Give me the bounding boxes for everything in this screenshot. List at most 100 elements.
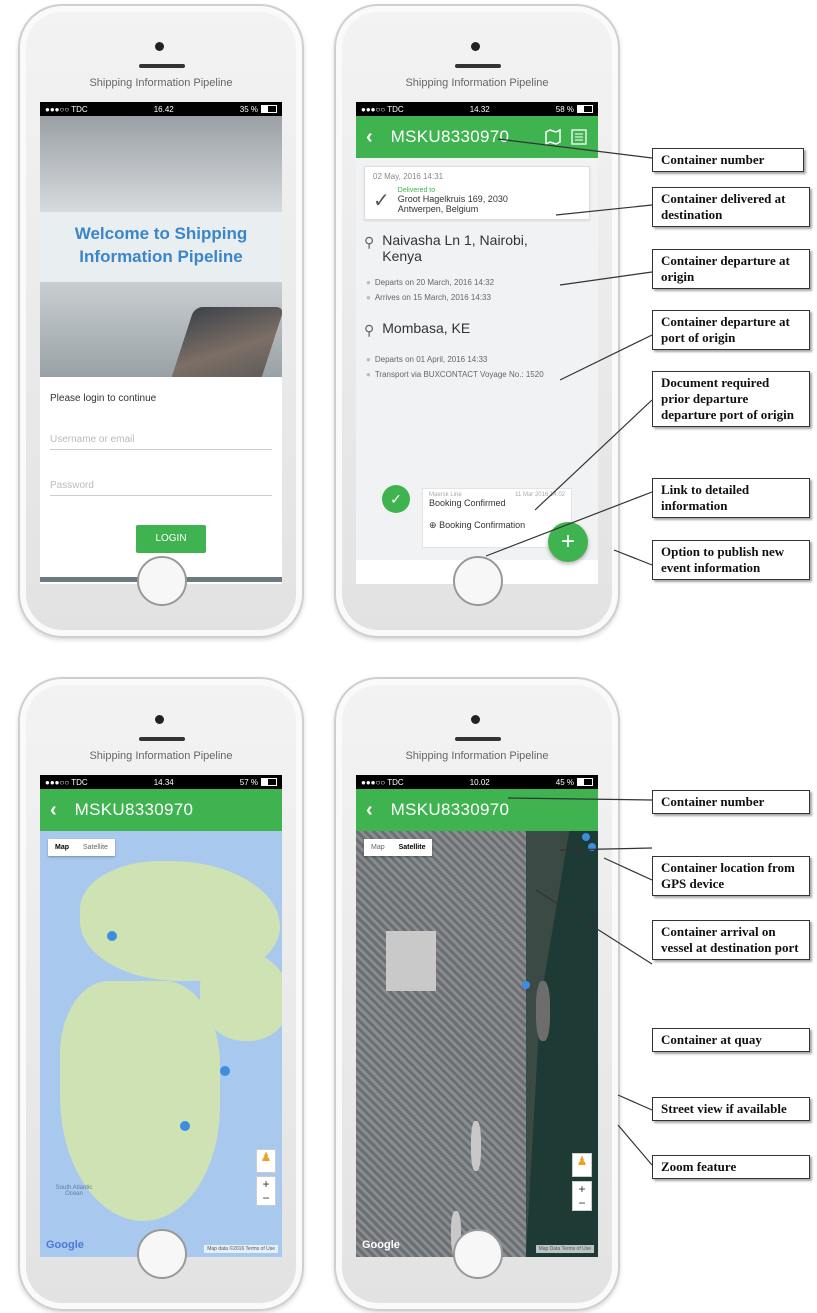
zoom-out-button[interactable]: − bbox=[257, 1191, 275, 1205]
home-button[interactable] bbox=[137, 556, 187, 606]
list-icon[interactable] bbox=[570, 128, 588, 146]
login-prompt: Please login to continue bbox=[50, 393, 157, 404]
login-form: Please login to continue Username or ema… bbox=[40, 377, 282, 577]
zoom-out-button[interactable]: − bbox=[573, 1196, 591, 1210]
map-option[interactable]: Map bbox=[364, 839, 392, 856]
map-option[interactable]: Map bbox=[48, 839, 76, 856]
port-area bbox=[356, 831, 526, 1257]
speaker bbox=[139, 64, 185, 68]
google-logo: Google bbox=[46, 1239, 84, 1251]
back-icon[interactable]: ‹ bbox=[366, 799, 373, 822]
map-footer: Map Data Terms of Use bbox=[535, 1245, 594, 1253]
google-logo: Google bbox=[362, 1239, 400, 1251]
status-bar: ●●●○○ TDC 16.42 35 % bbox=[40, 102, 282, 116]
battery-icon bbox=[260, 778, 277, 787]
container-number: MSKU8330970 bbox=[74, 800, 194, 819]
back-icon[interactable]: ‹ bbox=[50, 799, 57, 822]
gps-marker[interactable] bbox=[582, 833, 590, 841]
delivered-label: Delivered to bbox=[397, 187, 436, 194]
port-event: Transport via BUXCONTACT Voyage No.: 152… bbox=[366, 370, 588, 379]
map-type-toggle: Map Satellite bbox=[364, 839, 433, 856]
status-bar: ●●●○○ TDC 14.34 57 % bbox=[40, 775, 282, 789]
sky-image bbox=[40, 116, 282, 212]
check-icon: ✓ bbox=[373, 190, 390, 212]
location-pin-icon: ⚲ bbox=[364, 234, 375, 250]
phone-map: Shipping Information Pipeline ●●●○○ TDC … bbox=[18, 677, 304, 1311]
clock: 14.32 bbox=[469, 104, 490, 114]
street-view-icon[interactable]: ♟ bbox=[572, 1153, 592, 1177]
callout-gps-location: Container location from GPS device bbox=[652, 856, 810, 896]
camera bbox=[155, 42, 164, 51]
home-button[interactable] bbox=[137, 1229, 187, 1279]
container-number: MSKU8330970 bbox=[390, 800, 510, 819]
origin-location: ⚲ Naivasha Ln 1, Nairobi, Kenya bbox=[364, 232, 590, 264]
origin-event: Departs on 20 March, 2016 14:32 bbox=[366, 278, 588, 287]
callout-container-number: Container number bbox=[652, 148, 804, 172]
vessel bbox=[471, 1121, 481, 1171]
satellite-option[interactable]: Satellite bbox=[76, 839, 115, 856]
battery-level: 35 % bbox=[240, 105, 277, 114]
clock: 10.02 bbox=[469, 777, 490, 787]
ocean-label: South Atlantic Ocean bbox=[55, 1185, 93, 1197]
road-map[interactable]: Map Satellite South Atlantic Ocean ♟ + −… bbox=[40, 831, 282, 1257]
booking-confirmation-link[interactable]: ⊕ Booking Confirmation bbox=[429, 520, 565, 531]
street-view-icon[interactable]: ♟ bbox=[256, 1149, 276, 1173]
zoom-control: + − bbox=[256, 1176, 276, 1206]
brand-label: Shipping Information Pipeline bbox=[89, 750, 233, 762]
speaker bbox=[139, 737, 185, 741]
callout-delivered: Container delivered at destination bbox=[652, 187, 810, 227]
carrier: ●●●○○ TDC bbox=[45, 777, 88, 787]
warehouse bbox=[386, 931, 436, 991]
callout-document-required: Document required prior departure depart… bbox=[652, 371, 810, 427]
zoom-in-button[interactable]: + bbox=[257, 1177, 275, 1191]
battery-level: 58 % bbox=[556, 105, 593, 114]
password-field[interactable]: Password bbox=[50, 466, 272, 496]
status-bar: ●●●○○ TDC 14.32 58 % bbox=[356, 102, 598, 116]
login-screen: ●●●○○ TDC 16.42 35 % Welcome to Shipping… bbox=[40, 102, 282, 584]
battery-icon bbox=[576, 105, 593, 114]
satellite-map[interactable]: Map Satellite ♟ + − Google Map Data Term… bbox=[356, 831, 598, 1257]
location-pin-icon: ⚲ bbox=[364, 322, 375, 338]
location-marker[interactable] bbox=[220, 1066, 230, 1076]
carrier: ●●●○○ TDC bbox=[361, 777, 404, 787]
gps-marker[interactable] bbox=[588, 843, 596, 851]
camera bbox=[471, 42, 480, 51]
zoom-in-button[interactable]: + bbox=[573, 1182, 591, 1196]
download-icon: ⊕ bbox=[429, 520, 437, 530]
tracking-screen: ●●●○○ TDC 14.32 58 % ‹ MSKU8330970 02 Ma… bbox=[356, 102, 598, 584]
callout-publish-event: Option to publish new event information bbox=[652, 540, 810, 580]
port-name: Mombasa, KE bbox=[382, 320, 471, 336]
brand-label: Shipping Information Pipeline bbox=[405, 77, 549, 89]
port-event: Departs on 01 April, 2016 14:33 bbox=[366, 355, 588, 364]
callout-departure-port: Container departure at port of origin bbox=[652, 310, 810, 350]
speaker bbox=[455, 64, 501, 68]
battery-icon bbox=[260, 105, 277, 114]
confirmed-check-icon: ✓ bbox=[382, 485, 410, 513]
satellite-option[interactable]: Satellite bbox=[392, 839, 433, 856]
container-number: MSKU8330970 bbox=[390, 127, 510, 146]
location-marker[interactable] bbox=[180, 1121, 190, 1131]
map-icon[interactable] bbox=[544, 128, 562, 146]
callout-street-view: Street view if available bbox=[652, 1097, 810, 1121]
callout-container-number: Container number bbox=[652, 790, 810, 814]
login-button[interactable]: LOGIN bbox=[136, 525, 206, 553]
carrier: ●●●○○ TDC bbox=[45, 104, 88, 114]
port-location: ⚲ Mombasa, KE bbox=[364, 320, 590, 339]
brand-label: Shipping Information Pipeline bbox=[405, 750, 549, 762]
location-marker[interactable] bbox=[107, 931, 117, 941]
vessel-marker[interactable] bbox=[522, 981, 530, 989]
home-button[interactable] bbox=[453, 556, 503, 606]
delivered-card[interactable]: 02 May, 2016 14:31 ✓ Delivered to Groot … bbox=[364, 166, 590, 220]
callout-zoom: Zoom feature bbox=[652, 1155, 810, 1179]
clock: 14.34 bbox=[153, 777, 174, 787]
home-button[interactable] bbox=[453, 1229, 503, 1279]
app-header: ‹ MSKU8330970 bbox=[356, 116, 598, 158]
camera bbox=[471, 715, 480, 724]
app-header: ‹ MSKU8330970 bbox=[356, 789, 598, 831]
clock: 16.42 bbox=[153, 104, 174, 114]
username-field[interactable]: Username or email bbox=[50, 420, 272, 450]
back-icon[interactable]: ‹ bbox=[366, 126, 373, 149]
add-event-button[interactable]: + bbox=[548, 522, 588, 562]
carrier: ●●●○○ TDC bbox=[361, 104, 404, 114]
welcome-line-1: Welcome to Shipping bbox=[74, 224, 248, 243]
